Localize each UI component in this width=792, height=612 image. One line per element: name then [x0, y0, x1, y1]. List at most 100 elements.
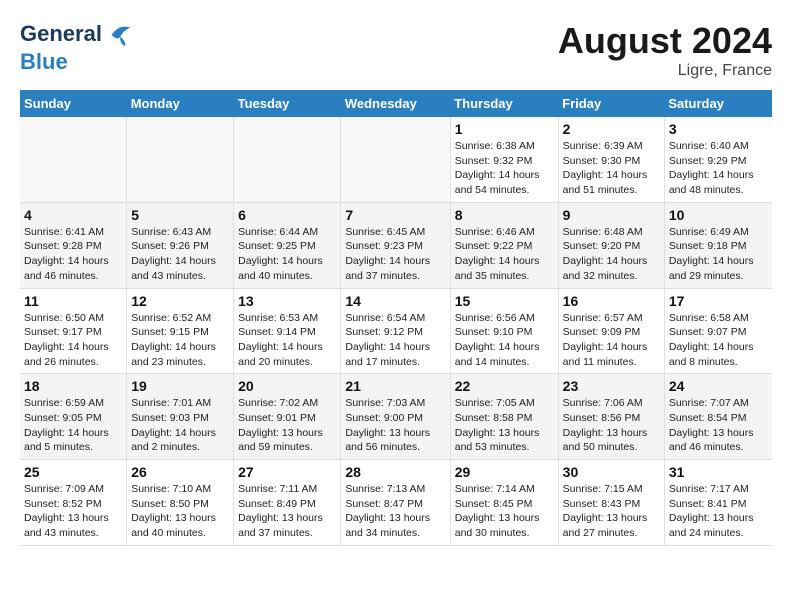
- day-info: Sunrise: 6:57 AMSunset: 9:09 PMDaylight:…: [563, 311, 660, 370]
- calendar-cell-w3-d3: 13Sunrise: 6:53 AMSunset: 9:14 PMDayligh…: [234, 288, 341, 374]
- day-number: 3: [669, 121, 768, 137]
- day-info: Sunrise: 6:41 AMSunset: 9:28 PMDaylight:…: [24, 225, 122, 284]
- header-thursday: Thursday: [450, 90, 558, 117]
- calendar-cell-w5-d3: 27 Sunrise: 7:11 AMSunset: 8:49 PMDayligh…: [234, 460, 341, 546]
- day-info: Sunrise: 7:15 AMSunset: 8:43 PMDaylight:…: [563, 482, 660, 541]
- day-info: Sunrise: 7:05 AMSunset: 8:58 PMDaylight:…: [455, 396, 554, 455]
- day-number: 29: [455, 464, 554, 480]
- day-number: 10: [669, 207, 768, 223]
- day-info: Sunrise: 6:46 AMSunset: 9:22 PMDaylight:…: [455, 225, 554, 284]
- day-info: Sunrise: 7:14 AMSunset: 8:45 PMDaylight:…: [455, 482, 554, 541]
- calendar-cell-w1-d3: [234, 117, 341, 202]
- day-info: Sunrise: 6:49 AMSunset: 9:18 PMDaylight:…: [669, 225, 768, 284]
- day-info: Sunrise: 7:02 AMSunset: 9:01 PMDaylight:…: [238, 396, 336, 455]
- calendar-cell-w4-d7: 24 Sunrise: 7:07 AMSunset: 8:54 PMDayligh…: [664, 374, 772, 460]
- day-number: 28: [345, 464, 445, 480]
- calendar-cell-w2-d5: 8 Sunrise: 6:46 AMSunset: 9:22 PMDaylight…: [450, 202, 558, 288]
- calendar-week-4: 18Sunrise: 6:59 AMSunset: 9:05 PMDayligh…: [20, 374, 772, 460]
- day-info: Sunrise: 6:59 AMSunset: 9:05 PMDaylight:…: [24, 396, 122, 455]
- calendar-cell-w4-d1: 18Sunrise: 6:59 AMSunset: 9:05 PMDayligh…: [20, 374, 127, 460]
- header-monday: Monday: [127, 90, 234, 117]
- calendar-cell-w5-d5: 29 Sunrise: 7:14 AMSunset: 8:45 PMDayligh…: [450, 460, 558, 546]
- day-number: 27: [238, 464, 336, 480]
- calendar-cell-w2-d2: 5 Sunrise: 6:43 AMSunset: 9:26 PMDaylight…: [127, 202, 234, 288]
- day-number: 12: [131, 293, 229, 309]
- calendar-cell-w2-d7: 10 Sunrise: 6:49 AMSunset: 9:18 PMDayligh…: [664, 202, 772, 288]
- day-info: Sunrise: 7:03 AMSunset: 9:00 PMDaylight:…: [345, 396, 445, 455]
- day-info: Sunrise: 7:07 AMSunset: 8:54 PMDaylight:…: [669, 396, 768, 455]
- calendar-week-5: 25 Sunrise: 7:09 AMSunset: 8:52 PMDayligh…: [20, 460, 772, 546]
- day-info: Sunrise: 6:38 AMSunset: 9:32 PMDaylight:…: [455, 139, 554, 198]
- location: Ligre, France: [558, 62, 772, 80]
- day-info: Sunrise: 7:17 AMSunset: 8:41 PMDaylight:…: [669, 482, 768, 541]
- day-number: 24: [669, 378, 768, 394]
- calendar-cell-w2-d4: 7Sunrise: 6:45 AMSunset: 9:23 PMDaylight…: [341, 202, 450, 288]
- day-number: 25: [24, 464, 122, 480]
- calendar-cell-w5-d6: 30 Sunrise: 7:15 AMSunset: 8:43 PMDayligh…: [558, 460, 664, 546]
- day-number: 15: [455, 293, 554, 309]
- day-number: 4: [24, 207, 122, 223]
- day-number: 21: [345, 378, 445, 394]
- month-info: August 2024 Ligre, France: [558, 20, 772, 80]
- day-number: 6: [238, 207, 336, 223]
- header-friday: Friday: [558, 90, 664, 117]
- calendar-cell-w4-d5: 22 Sunrise: 7:05 AMSunset: 8:58 PMDayligh…: [450, 374, 558, 460]
- day-number: 5: [131, 207, 229, 223]
- calendar-cell-w3-d4: 14 Sunrise: 6:54 AMSunset: 9:12 PMDayligh…: [341, 288, 450, 374]
- day-info: Sunrise: 7:06 AMSunset: 8:56 PMDaylight:…: [563, 396, 660, 455]
- calendar-table: SundayMondayTuesdayWednesdayThursdayFrid…: [20, 90, 772, 546]
- day-info: Sunrise: 6:54 AMSunset: 9:12 PMDaylight:…: [345, 311, 445, 370]
- day-info: Sunrise: 6:56 AMSunset: 9:10 PMDaylight:…: [455, 311, 554, 370]
- day-info: Sunrise: 6:52 AMSunset: 9:15 PMDaylight:…: [131, 311, 229, 370]
- day-number: 2: [563, 121, 660, 137]
- day-info: Sunrise: 6:43 AMSunset: 9:26 PMDaylight:…: [131, 225, 229, 284]
- calendar-week-3: 11Sunrise: 6:50 AMSunset: 9:17 PMDayligh…: [20, 288, 772, 374]
- calendar-cell-w3-d5: 15 Sunrise: 6:56 AMSunset: 9:10 PMDayligh…: [450, 288, 558, 374]
- day-info: Sunrise: 7:09 AMSunset: 8:52 PMDaylight:…: [24, 482, 122, 541]
- calendar-cell-w5-d1: 25 Sunrise: 7:09 AMSunset: 8:52 PMDayligh…: [20, 460, 127, 546]
- calendar-cell-w5-d4: 28 Sunrise: 7:13 AMSunset: 8:47 PMDayligh…: [341, 460, 450, 546]
- day-number: 8: [455, 207, 554, 223]
- day-info: Sunrise: 7:01 AMSunset: 9:03 PMDaylight:…: [131, 396, 229, 455]
- day-number: 17: [669, 293, 768, 309]
- day-number: 30: [563, 464, 660, 480]
- calendar-cell-w2-d1: 4 Sunrise: 6:41 AMSunset: 9:28 PMDaylight…: [20, 202, 127, 288]
- day-info: Sunrise: 7:11 AMSunset: 8:49 PMDaylight:…: [238, 482, 336, 541]
- day-number: 7: [345, 207, 445, 223]
- calendar-cell-w4-d2: 19 Sunrise: 7:01 AMSunset: 9:03 PMDayligh…: [127, 374, 234, 460]
- day-info: Sunrise: 6:39 AMSunset: 9:30 PMDaylight:…: [563, 139, 660, 198]
- day-number: 22: [455, 378, 554, 394]
- day-number: 19: [131, 378, 229, 394]
- header-tuesday: Tuesday: [234, 90, 341, 117]
- header-saturday: Saturday: [664, 90, 772, 117]
- day-number: 13: [238, 293, 336, 309]
- calendar-cell-w3-d6: 16Sunrise: 6:57 AMSunset: 9:09 PMDayligh…: [558, 288, 664, 374]
- day-number: 26: [131, 464, 229, 480]
- logo: General Blue: [20, 20, 134, 74]
- day-info: Sunrise: 7:13 AMSunset: 8:47 PMDaylight:…: [345, 482, 445, 541]
- header-wednesday: Wednesday: [341, 90, 450, 117]
- day-info: Sunrise: 6:48 AMSunset: 9:20 PMDaylight:…: [563, 225, 660, 284]
- calendar-cell-w5-d7: 31 Sunrise: 7:17 AMSunset: 8:41 PMDayligh…: [664, 460, 772, 546]
- calendar-cell-w4-d6: 23Sunrise: 7:06 AMSunset: 8:56 PMDayligh…: [558, 374, 664, 460]
- calendar-week-2: 4 Sunrise: 6:41 AMSunset: 9:28 PMDaylight…: [20, 202, 772, 288]
- calendar-cell-w1-d2: [127, 117, 234, 202]
- logo-text: General Blue: [20, 20, 134, 74]
- day-number: 1: [455, 121, 554, 137]
- calendar-cell-w3-d1: 11Sunrise: 6:50 AMSunset: 9:17 PMDayligh…: [20, 288, 127, 374]
- day-number: 9: [563, 207, 660, 223]
- calendar-cell-w3-d7: 17 Sunrise: 6:58 AMSunset: 9:07 PMDayligh…: [664, 288, 772, 374]
- day-number: 11: [24, 293, 122, 309]
- day-number: 31: [669, 464, 768, 480]
- day-info: Sunrise: 6:58 AMSunset: 9:07 PMDaylight:…: [669, 311, 768, 370]
- calendar-week-1: 1 Sunrise: 6:38 AMSunset: 9:32 PMDaylight…: [20, 117, 772, 202]
- calendar-header-row: SundayMondayTuesdayWednesdayThursdayFrid…: [20, 90, 772, 117]
- calendar-cell-w1-d5: 1 Sunrise: 6:38 AMSunset: 9:32 PMDaylight…: [450, 117, 558, 202]
- day-number: 14: [345, 293, 445, 309]
- calendar-cell-w4-d3: 20Sunrise: 7:02 AMSunset: 9:01 PMDayligh…: [234, 374, 341, 460]
- calendar-cell-w5-d2: 26Sunrise: 7:10 AMSunset: 8:50 PMDayligh…: [127, 460, 234, 546]
- day-info: Sunrise: 6:44 AMSunset: 9:25 PMDaylight:…: [238, 225, 336, 284]
- calendar-cell-w1-d7: 3Sunrise: 6:40 AMSunset: 9:29 PMDaylight…: [664, 117, 772, 202]
- calendar-cell-w2-d6: 9 Sunrise: 6:48 AMSunset: 9:20 PMDaylight…: [558, 202, 664, 288]
- calendar-cell-w2-d3: 6 Sunrise: 6:44 AMSunset: 9:25 PMDaylight…: [234, 202, 341, 288]
